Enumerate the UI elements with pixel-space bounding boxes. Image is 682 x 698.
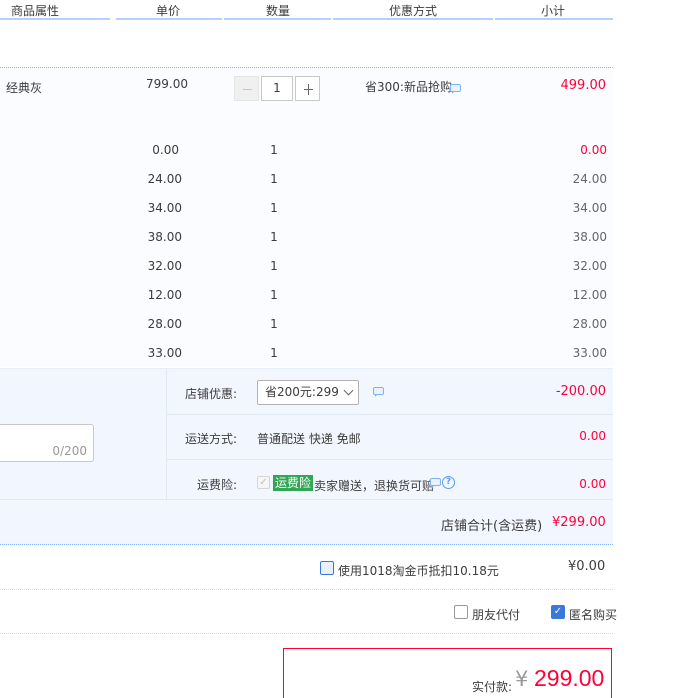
sub-item-price: 34.00 <box>147 201 182 215</box>
shipping-value: 普通配送 快递 免邮 <box>257 432 361 446</box>
shop-total-label: 店铺合计(含运费) <box>441 519 543 534</box>
insurance-text: 卖家赠送，退换货可赔 <box>314 479 435 493</box>
list-item: 33.00 1 33.00 <box>0 346 613 364</box>
sub-item-qty: 1 <box>270 288 278 302</box>
sub-item-price: 38.00 <box>147 230 182 244</box>
item-discount: 省300:新品抢购 <box>365 80 452 94</box>
shop-total-amount: ¥299.00 <box>552 515 606 530</box>
pay-label: 实付款: <box>472 680 513 694</box>
coins-amount: ¥0.00 <box>568 559 606 574</box>
list-item: 0.00 1 0.00 <box>0 143 613 161</box>
chat-icon[interactable] <box>450 84 461 94</box>
memo-count: 0/200 <box>52 444 87 458</box>
memo-textarea[interactable]: 0/200 <box>0 424 94 462</box>
table-header: 商品属性 单价 数量 优惠方式 小计 <box>0 0 613 20</box>
header-underline <box>116 18 222 20</box>
sub-item-qty: 1 <box>270 346 278 360</box>
shipping-amount: 0.00 <box>579 429 606 443</box>
promo-select-value: 省200元:299 <box>265 385 339 399</box>
chat-icon[interactable] <box>430 478 441 488</box>
sub-item-subtotal: 24.00 <box>572 172 607 186</box>
coins-label: 使用1018淘金币抵扣10.18元 <box>338 564 499 578</box>
sub-item-subtotal: 28.00 <box>572 317 607 331</box>
sub-item-price: 28.00 <box>147 317 182 331</box>
coins-checkbox[interactable] <box>320 561 334 575</box>
insurance-checkbox: ✓ <box>257 476 270 489</box>
pay-amount: 299.00 <box>534 665 605 691</box>
insurance-amount: 0.00 <box>579 477 606 491</box>
help-icon[interactable]: ? <box>442 476 455 489</box>
sub-item-subtotal: 33.00 <box>572 346 607 360</box>
sub-item-subtotal: 12.00 <box>572 288 607 302</box>
sub-item-subtotal: 32.00 <box>572 259 607 273</box>
col-discount: 优惠方式 <box>388 4 437 18</box>
col-price: 单价 <box>155 4 180 18</box>
insurance-label: 运费险: <box>196 478 237 492</box>
promo-select[interactable]: 省200元:299 <box>257 380 359 405</box>
header-underline <box>495 18 613 20</box>
sub-item-qty: 1 <box>270 259 278 273</box>
list-item: 34.00 1 34.00 <box>0 201 613 219</box>
quantity-stepper: 1 <box>234 76 320 101</box>
item-subtotal: 499.00 <box>560 78 607 93</box>
sub-item-price: 33.00 <box>147 346 182 360</box>
sub-item-qty: 1 <box>270 201 278 215</box>
header-underline <box>333 18 493 20</box>
col-subtotal: 小计 <box>540 4 565 18</box>
promo-amount: -200.00 <box>555 384 606 399</box>
sub-item-price: 12.00 <box>147 288 182 302</box>
item-price: 799.00 <box>146 77 188 91</box>
header-underline <box>0 18 110 20</box>
sub-item-price: 24.00 <box>147 172 182 186</box>
divider <box>0 499 613 500</box>
shipping-label: 运送方式: <box>184 432 237 446</box>
list-item: 38.00 1 38.00 <box>0 230 613 248</box>
sub-item-qty: 1 <box>270 230 278 244</box>
sub-item-qty: 1 <box>270 172 278 186</box>
list-item: 24.00 1 24.00 <box>0 172 613 190</box>
payment-summary: 实付款: ¥ 299.00 <box>283 648 612 698</box>
sub-item-price: 32.00 <box>147 259 182 273</box>
anonymous-checkbox[interactable]: ✓ <box>551 605 565 619</box>
chat-icon[interactable] <box>373 387 384 397</box>
pay-currency: ¥ <box>515 667 529 691</box>
divider <box>0 589 613 590</box>
list-item: 32.00 1 32.00 <box>0 259 613 277</box>
friend-pay-checkbox[interactable] <box>454 605 468 619</box>
col-attr: 商品属性 <box>10 4 59 18</box>
sub-item-subtotal: 0.00 <box>580 143 607 157</box>
header-underline <box>224 18 331 20</box>
quantity-input[interactable]: 1 <box>261 76 293 101</box>
decrease-button[interactable] <box>234 76 259 101</box>
anonymous-label: 匿名购买 <box>569 608 618 622</box>
friend-pay-label: 朋友代付 <box>472 608 521 622</box>
sub-item-subtotal: 34.00 <box>572 201 607 215</box>
chevron-down-icon <box>343 385 354 396</box>
insurance-badge: 运费险 <box>273 475 314 491</box>
increase-button[interactable] <box>295 76 320 101</box>
sub-item-subtotal: 38.00 <box>572 230 607 244</box>
divider <box>166 414 613 415</box>
minus-icon <box>243 89 252 90</box>
list-item: 12.00 1 12.00 <box>0 288 613 306</box>
item-attr: 经典灰 <box>6 81 43 95</box>
divider <box>0 633 613 634</box>
promo-label: 店铺优惠: <box>184 387 237 401</box>
sub-item-qty: 1 <box>270 143 278 157</box>
divider <box>166 459 613 460</box>
sub-item-price: 0.00 <box>152 143 179 157</box>
sub-item-qty: 1 <box>270 317 278 331</box>
list-item: 28.00 1 28.00 <box>0 317 613 335</box>
col-qty: 数量 <box>265 4 290 18</box>
